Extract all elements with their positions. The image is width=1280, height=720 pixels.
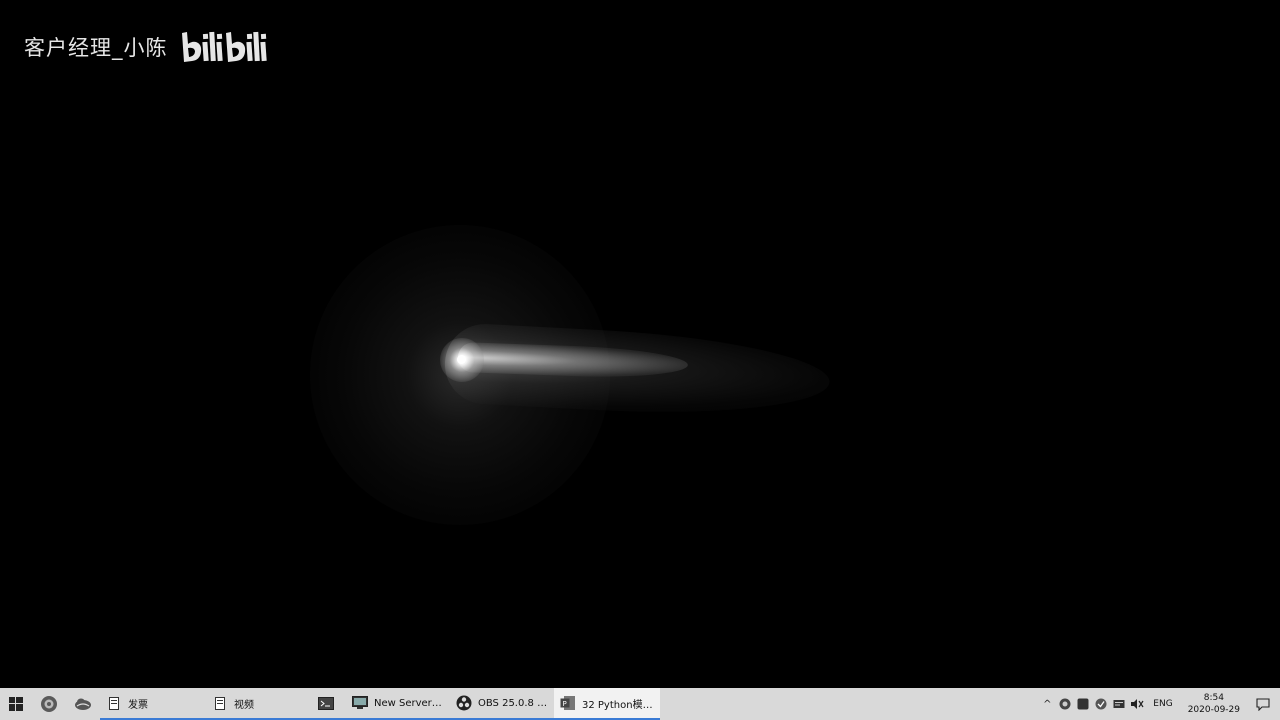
action-center-button[interactable]	[1250, 697, 1276, 711]
taskbar-app-obs[interactable]: OBS 25.0.8 (64-bi...	[450, 688, 554, 720]
tray-app-icon[interactable]	[1094, 697, 1108, 711]
tray-app-icon[interactable]	[1058, 697, 1072, 711]
clock-time: 8:54	[1203, 693, 1224, 703]
document-icon	[106, 695, 122, 711]
input-language-indicator[interactable]: ENG	[1148, 699, 1177, 709]
taskbar-app-label: 视频	[234, 699, 254, 711]
taskbar-app-remote-desktop[interactable]: New Server - 139...	[346, 688, 450, 720]
taskbar-app-powerpoint[interactable]: P 32 Python模块.pp...	[554, 688, 660, 720]
pinned-cloud-app[interactable]	[66, 688, 100, 720]
document-icon	[212, 695, 228, 711]
system-clock[interactable]: 8:54 2020-09-29	[1182, 692, 1246, 716]
taskbar-app-label: OBS 25.0.8 (64-bi...	[478, 697, 548, 709]
taskbar-app-video[interactable]: 视频	[206, 688, 312, 720]
remote-desktop-icon	[352, 695, 368, 711]
powerpoint-icon: P	[560, 695, 576, 711]
show-hidden-icons-button[interactable]: ^	[1040, 697, 1054, 711]
tray-app-icon[interactable]	[1076, 697, 1090, 711]
taskbar-app-label: 发票	[128, 699, 148, 711]
taskbar-app-label: New Server - 139...	[374, 697, 444, 709]
obs-icon	[456, 695, 472, 711]
taskbar-app-terminal[interactable]	[312, 688, 346, 720]
screen: 客户经理_小陈 bilibili	[0, 0, 1280, 720]
comet-core	[457, 355, 466, 364]
watermark-text: 客户经理_小陈	[24, 36, 168, 60]
taskbar-app-invoice[interactable]: 发票	[100, 688, 206, 720]
bilibili-logo-icon	[181, 31, 267, 62]
clock-date: 2020-09-29	[1187, 705, 1240, 715]
taskbar-app-label: 32 Python模块.pp...	[582, 699, 654, 711]
speaker-icon[interactable]	[1130, 697, 1144, 711]
terminal-icon	[318, 695, 334, 711]
system-tray: ^ ENG 8:54 2020-09-29	[1040, 688, 1280, 720]
windows-start-icon	[9, 697, 23, 711]
uploader-watermark: 客户经理_小陈 bilibili	[24, 30, 270, 64]
edge-icon	[41, 696, 57, 712]
cloud-icon	[75, 698, 91, 710]
start-button[interactable]	[0, 688, 32, 720]
windows-taskbar: 发票 视频 New Server - 139... OBS 25.0.8 (64…	[0, 688, 1280, 720]
tray-app-icon[interactable]	[1112, 697, 1126, 711]
pinned-edge-browser[interactable]	[32, 688, 66, 720]
svg-text:P: P	[563, 700, 567, 708]
notification-icon	[1256, 697, 1270, 711]
animation-canvas	[0, 0, 1280, 688]
